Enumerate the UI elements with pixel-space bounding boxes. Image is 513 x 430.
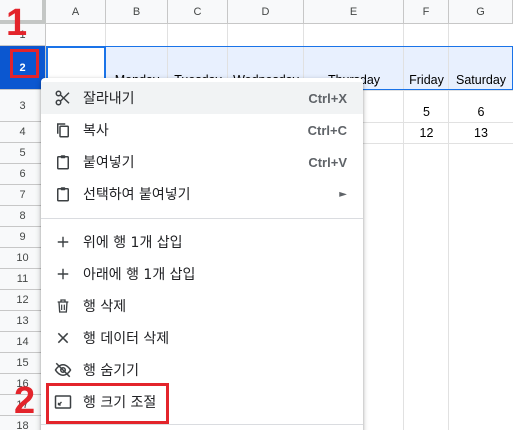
step-2-label: 2 [14,380,36,422]
row-header-11[interactable]: 11 [0,269,46,290]
menu-item-label: 선택하여 붙여넣기 [83,187,191,203]
clipboard-icon [53,152,73,172]
row-header-15[interactable]: 15 [0,353,46,374]
cell-f4[interactable]: 12 [404,122,449,143]
menu-item-label: 잘라내기 [83,91,135,107]
trash-icon [53,296,73,316]
menu-item-label: 복사 [83,123,109,139]
menu-separator [41,218,363,219]
step-1-label: 1 [6,2,28,44]
menu-item-shortcut: Ctrl+V [308,154,347,170]
menu-item-label: 아래에 행 1개 삽입 [83,267,196,283]
cell-g2[interactable]: Saturday [449,46,513,90]
menu-item-label: 행 숨기기 [83,363,139,379]
plus-icon [53,232,73,252]
clipboard-icon [53,184,73,204]
column-header-a[interactable]: A [46,0,106,24]
menu-item-shortcut: Ctrl+X [308,90,347,106]
cell-f3[interactable]: 5 [404,90,449,122]
column-header-e[interactable]: E [304,0,404,24]
plus-icon [53,264,73,284]
column-header-d[interactable]: D [228,0,304,24]
submenu-arrow-icon: ► [339,188,347,200]
cell-g3[interactable]: 6 [449,90,513,122]
row-header-12[interactable]: 12 [0,290,46,311]
cell-g4[interactable]: 13 [449,122,513,143]
step-1-highlight-box [10,49,39,78]
row-context-menu: 잘라내기 Ctrl+X 복사 Ctrl+C 붙여넣기 Ctrl+V 선택하여 붙… [41,78,363,430]
copy-icon [53,120,73,140]
menu-separator [41,424,363,425]
menu-item-label: 행 삭제 [83,299,127,315]
row-header-3[interactable]: 3 [0,90,46,122]
menu-item-paste-special[interactable]: 선택하여 붙여넣기 ► [41,178,363,210]
column-header-b[interactable]: B [106,0,168,24]
row-header-13[interactable]: 13 [0,311,46,332]
row-header-14[interactable]: 14 [0,332,46,353]
menu-item-cut[interactable]: 잘라내기 Ctrl+X [41,82,363,114]
menu-item-hide-row[interactable]: 행 숨기기 [41,354,363,386]
menu-item-label: 위에 행 1개 삽입 [83,235,183,251]
column-header-f[interactable]: F [404,0,449,24]
row-header-4[interactable]: 4 [0,122,46,143]
menu-item-insert-row-above[interactable]: 위에 행 1개 삽입 [41,226,363,258]
column-header-c[interactable]: C [168,0,228,24]
cell-f2[interactable]: Friday [404,46,449,90]
column-header-g[interactable]: G [449,0,513,24]
menu-item-insert-row-below[interactable]: 아래에 행 1개 삽입 [41,258,363,290]
menu-item-label: 붙여넣기 [83,155,135,171]
row-header-8[interactable]: 8 [0,206,46,227]
menu-item-shortcut: Ctrl+C [307,122,347,138]
row-header-7[interactable]: 7 [0,185,46,206]
step-2-highlight-box [46,383,169,424]
menu-item-copy[interactable]: 복사 Ctrl+C [41,114,363,146]
row-header-6[interactable]: 6 [0,164,46,185]
menu-item-paste[interactable]: 붙여넣기 Ctrl+V [41,146,363,178]
row-header-10[interactable]: 10 [0,248,46,269]
close-icon [53,328,73,348]
menu-item-label: 행 데이터 삭제 [83,331,170,347]
row-header-9[interactable]: 9 [0,227,46,248]
menu-item-delete-row[interactable]: 행 삭제 [41,290,363,322]
menu-item-clear-row[interactable]: 행 데이터 삭제 [41,322,363,354]
eye-off-icon [53,360,73,380]
row-header-5[interactable]: 5 [0,143,46,164]
scissors-icon [53,88,73,108]
